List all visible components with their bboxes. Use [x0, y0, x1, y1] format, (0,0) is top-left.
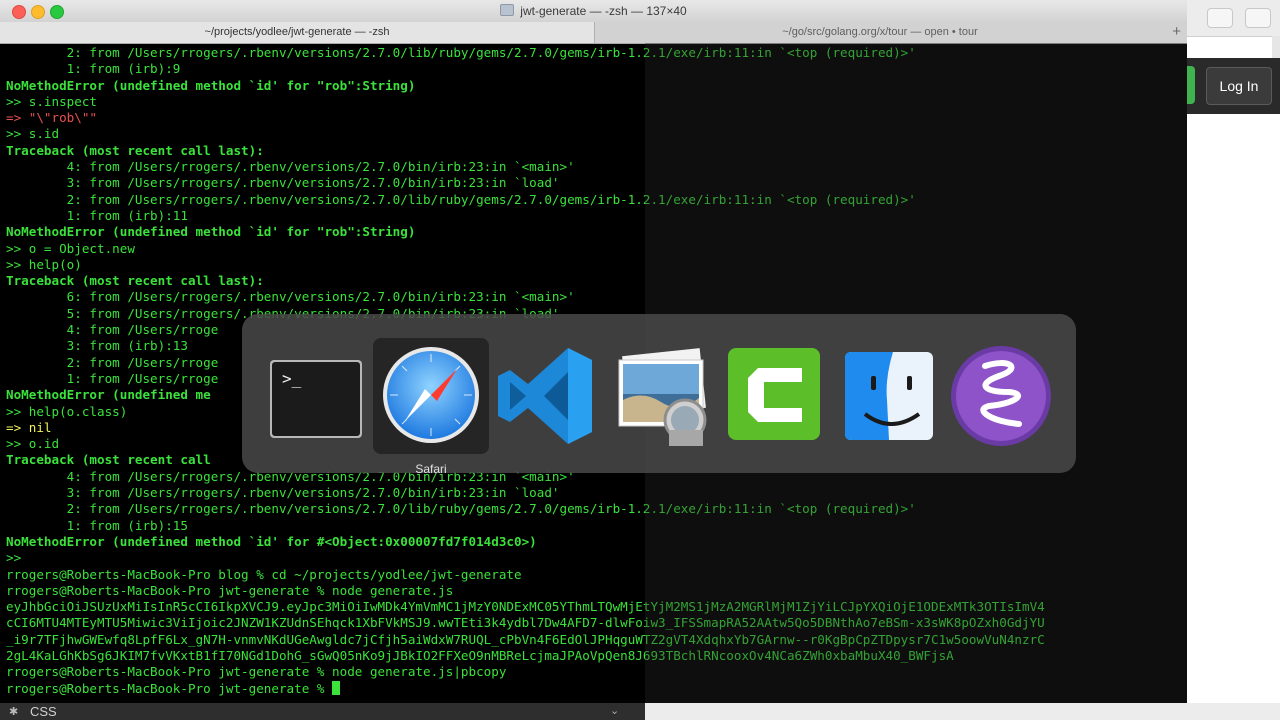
terminal-tab-bar: ~/projects/yodlee/jwt-generate — -zsh ~/…	[0, 22, 1187, 44]
share-icon[interactable]	[1207, 8, 1233, 28]
app-finder[interactable]	[833, 338, 949, 454]
background-browser-window: Log In	[1187, 0, 1280, 720]
app-camtasia[interactable]	[718, 338, 834, 454]
tab-go-tour[interactable]: ~/go/src/golang.org/x/tour — open • tour	[594, 22, 1165, 43]
app-preview[interactable]	[603, 338, 719, 454]
svg-text:>_: >_	[282, 369, 302, 388]
selected-app-label: Safari	[415, 462, 447, 476]
editor-panel-header: ✱ CSS ⌄	[0, 703, 645, 720]
gear-icon[interactable]: ✱	[9, 705, 18, 718]
preview-photos-icon	[618, 348, 707, 446]
tab-jwt-generate[interactable]: ~/projects/yodlee/jwt-generate — -zsh	[0, 22, 594, 43]
emacs-icon	[951, 346, 1051, 446]
app-terminal[interactable]: >_	[258, 338, 374, 454]
camtasia-icon	[728, 348, 820, 440]
login-button[interactable]: Log In	[1206, 67, 1272, 105]
terminal-icon: >_	[270, 360, 362, 438]
finder-face-icon	[845, 352, 933, 440]
browser-toolbar	[1187, 0, 1280, 37]
text-cursor	[332, 680, 341, 695]
window-title-label: jwt-generate — -zsh — 137×40	[520, 4, 687, 18]
app-safari[interactable]: Safari	[373, 338, 489, 476]
browser-add-tab[interactable]	[1272, 36, 1280, 58]
app-emacs[interactable]	[943, 338, 1059, 454]
new-tab-button[interactable]: +	[1172, 23, 1181, 40]
panel-label: CSS	[30, 704, 57, 719]
bottom-window-strip: ✱ CSS ⌄	[0, 703, 1280, 720]
chevron-down-icon[interactable]: ⌄	[610, 704, 619, 717]
folder-icon	[500, 4, 515, 16]
tabs-overview-icon[interactable]	[1245, 8, 1271, 28]
window-titlebar: jwt-generate — -zsh — 137×40	[0, 0, 1187, 23]
app-switcher: >_ Safari	[242, 314, 1076, 476]
window-title: jwt-generate — -zsh — 137×40	[0, 4, 1187, 18]
vscode-icon	[498, 348, 592, 444]
app-vscode[interactable]	[488, 338, 604, 454]
safari-compass-icon	[383, 347, 479, 443]
signup-button-edge[interactable]	[1187, 66, 1195, 104]
site-header: Log In	[1187, 58, 1280, 114]
